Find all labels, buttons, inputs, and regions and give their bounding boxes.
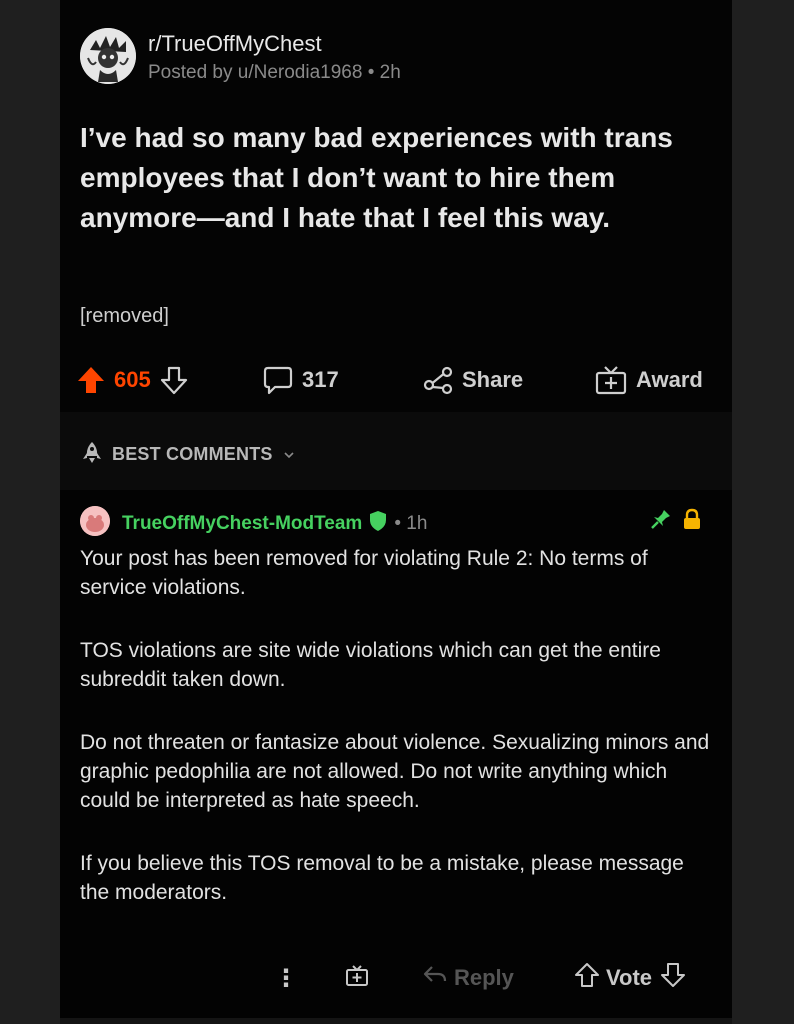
subreddit-avatar[interactable]	[80, 28, 136, 84]
reply-button[interactable]: Reply	[422, 958, 514, 998]
post-title[interactable]: I’ve had so many bad experiences with tr…	[80, 118, 700, 238]
comments-button[interactable]: 317	[262, 360, 339, 400]
reddit-post-screen: r/TrueOffMyChest Posted by u/Nerodia1968…	[60, 0, 732, 1024]
comment-time: • 1h	[394, 513, 428, 534]
pin-icon	[650, 508, 672, 535]
comment-vote-group: Vote	[574, 958, 686, 998]
mod-comment: TrueOffMyChest-ModTeam • 1h Your post ha…	[60, 490, 732, 1024]
chevron-down-icon	[283, 444, 295, 465]
upvote-arrow-icon[interactable]	[574, 962, 600, 994]
comment-author[interactable]: TrueOffMyChest-ModTeam	[122, 513, 362, 535]
post-byline: Posted by u/Nerodia1968 • 2h	[148, 62, 401, 83]
share-icon	[422, 365, 454, 395]
give-award-button[interactable]	[344, 958, 370, 998]
rocket-icon	[80, 440, 104, 469]
sort-dropdown[interactable]: BEST COMMENTS	[80, 440, 295, 469]
share-label: Share	[462, 367, 524, 392]
upvote-arrow-icon[interactable]	[76, 365, 106, 395]
snoo-avatar-icon	[80, 506, 110, 536]
comment-count: 317	[302, 367, 339, 392]
comment-paragraph: Your post has been removed for violating…	[80, 547, 648, 599]
gift-icon	[344, 962, 370, 994]
subreddit-avatar-icon	[80, 28, 136, 84]
divider	[60, 1018, 732, 1024]
award-button[interactable]: Award	[594, 360, 703, 400]
reply-label: Reply	[454, 965, 514, 990]
comment-author-line: TrueOffMyChest-ModTeam • 1h	[122, 510, 427, 538]
subreddit-name[interactable]: r/TrueOffMyChest	[148, 31, 322, 57]
comment-action-bar: ⋮ Reply Vote	[60, 958, 732, 998]
comment-paragraph: Do not threaten or fantasize about viole…	[80, 731, 710, 812]
vote-group: 605	[76, 360, 189, 400]
vote-count: 605	[114, 367, 151, 392]
sort-label: BEST COMMENTS	[112, 444, 273, 464]
reply-arrow-icon	[422, 964, 448, 992]
downvote-arrow-icon[interactable]	[660, 962, 686, 994]
post-action-bar: 605 317 Share Award	[60, 360, 732, 400]
share-button[interactable]: Share	[422, 360, 523, 400]
commenter-avatar[interactable]	[80, 506, 110, 536]
post-card: r/TrueOffMyChest Posted by u/Nerodia1968…	[60, 0, 732, 412]
downvote-arrow-icon[interactable]	[159, 365, 189, 395]
gift-icon	[594, 364, 628, 396]
comment-paragraph: If you believe this TOS removal to be a …	[80, 852, 684, 904]
speech-bubble-icon	[262, 365, 294, 395]
more-options-icon: ⋮	[274, 964, 298, 992]
shield-icon	[368, 510, 388, 538]
comment-paragraph: TOS violations are site wide violations …	[80, 639, 661, 691]
post-body: [removed]	[80, 305, 169, 327]
lock-icon	[682, 508, 702, 535]
comment-body: Your post has been removed for violating…	[80, 544, 710, 941]
award-label: Award	[636, 367, 703, 392]
comment-status-icons	[640, 508, 702, 535]
more-options-button[interactable]: ⋮	[274, 958, 298, 998]
comment-sort-bar: BEST COMMENTS	[60, 412, 732, 490]
vote-label: Vote	[606, 965, 653, 990]
